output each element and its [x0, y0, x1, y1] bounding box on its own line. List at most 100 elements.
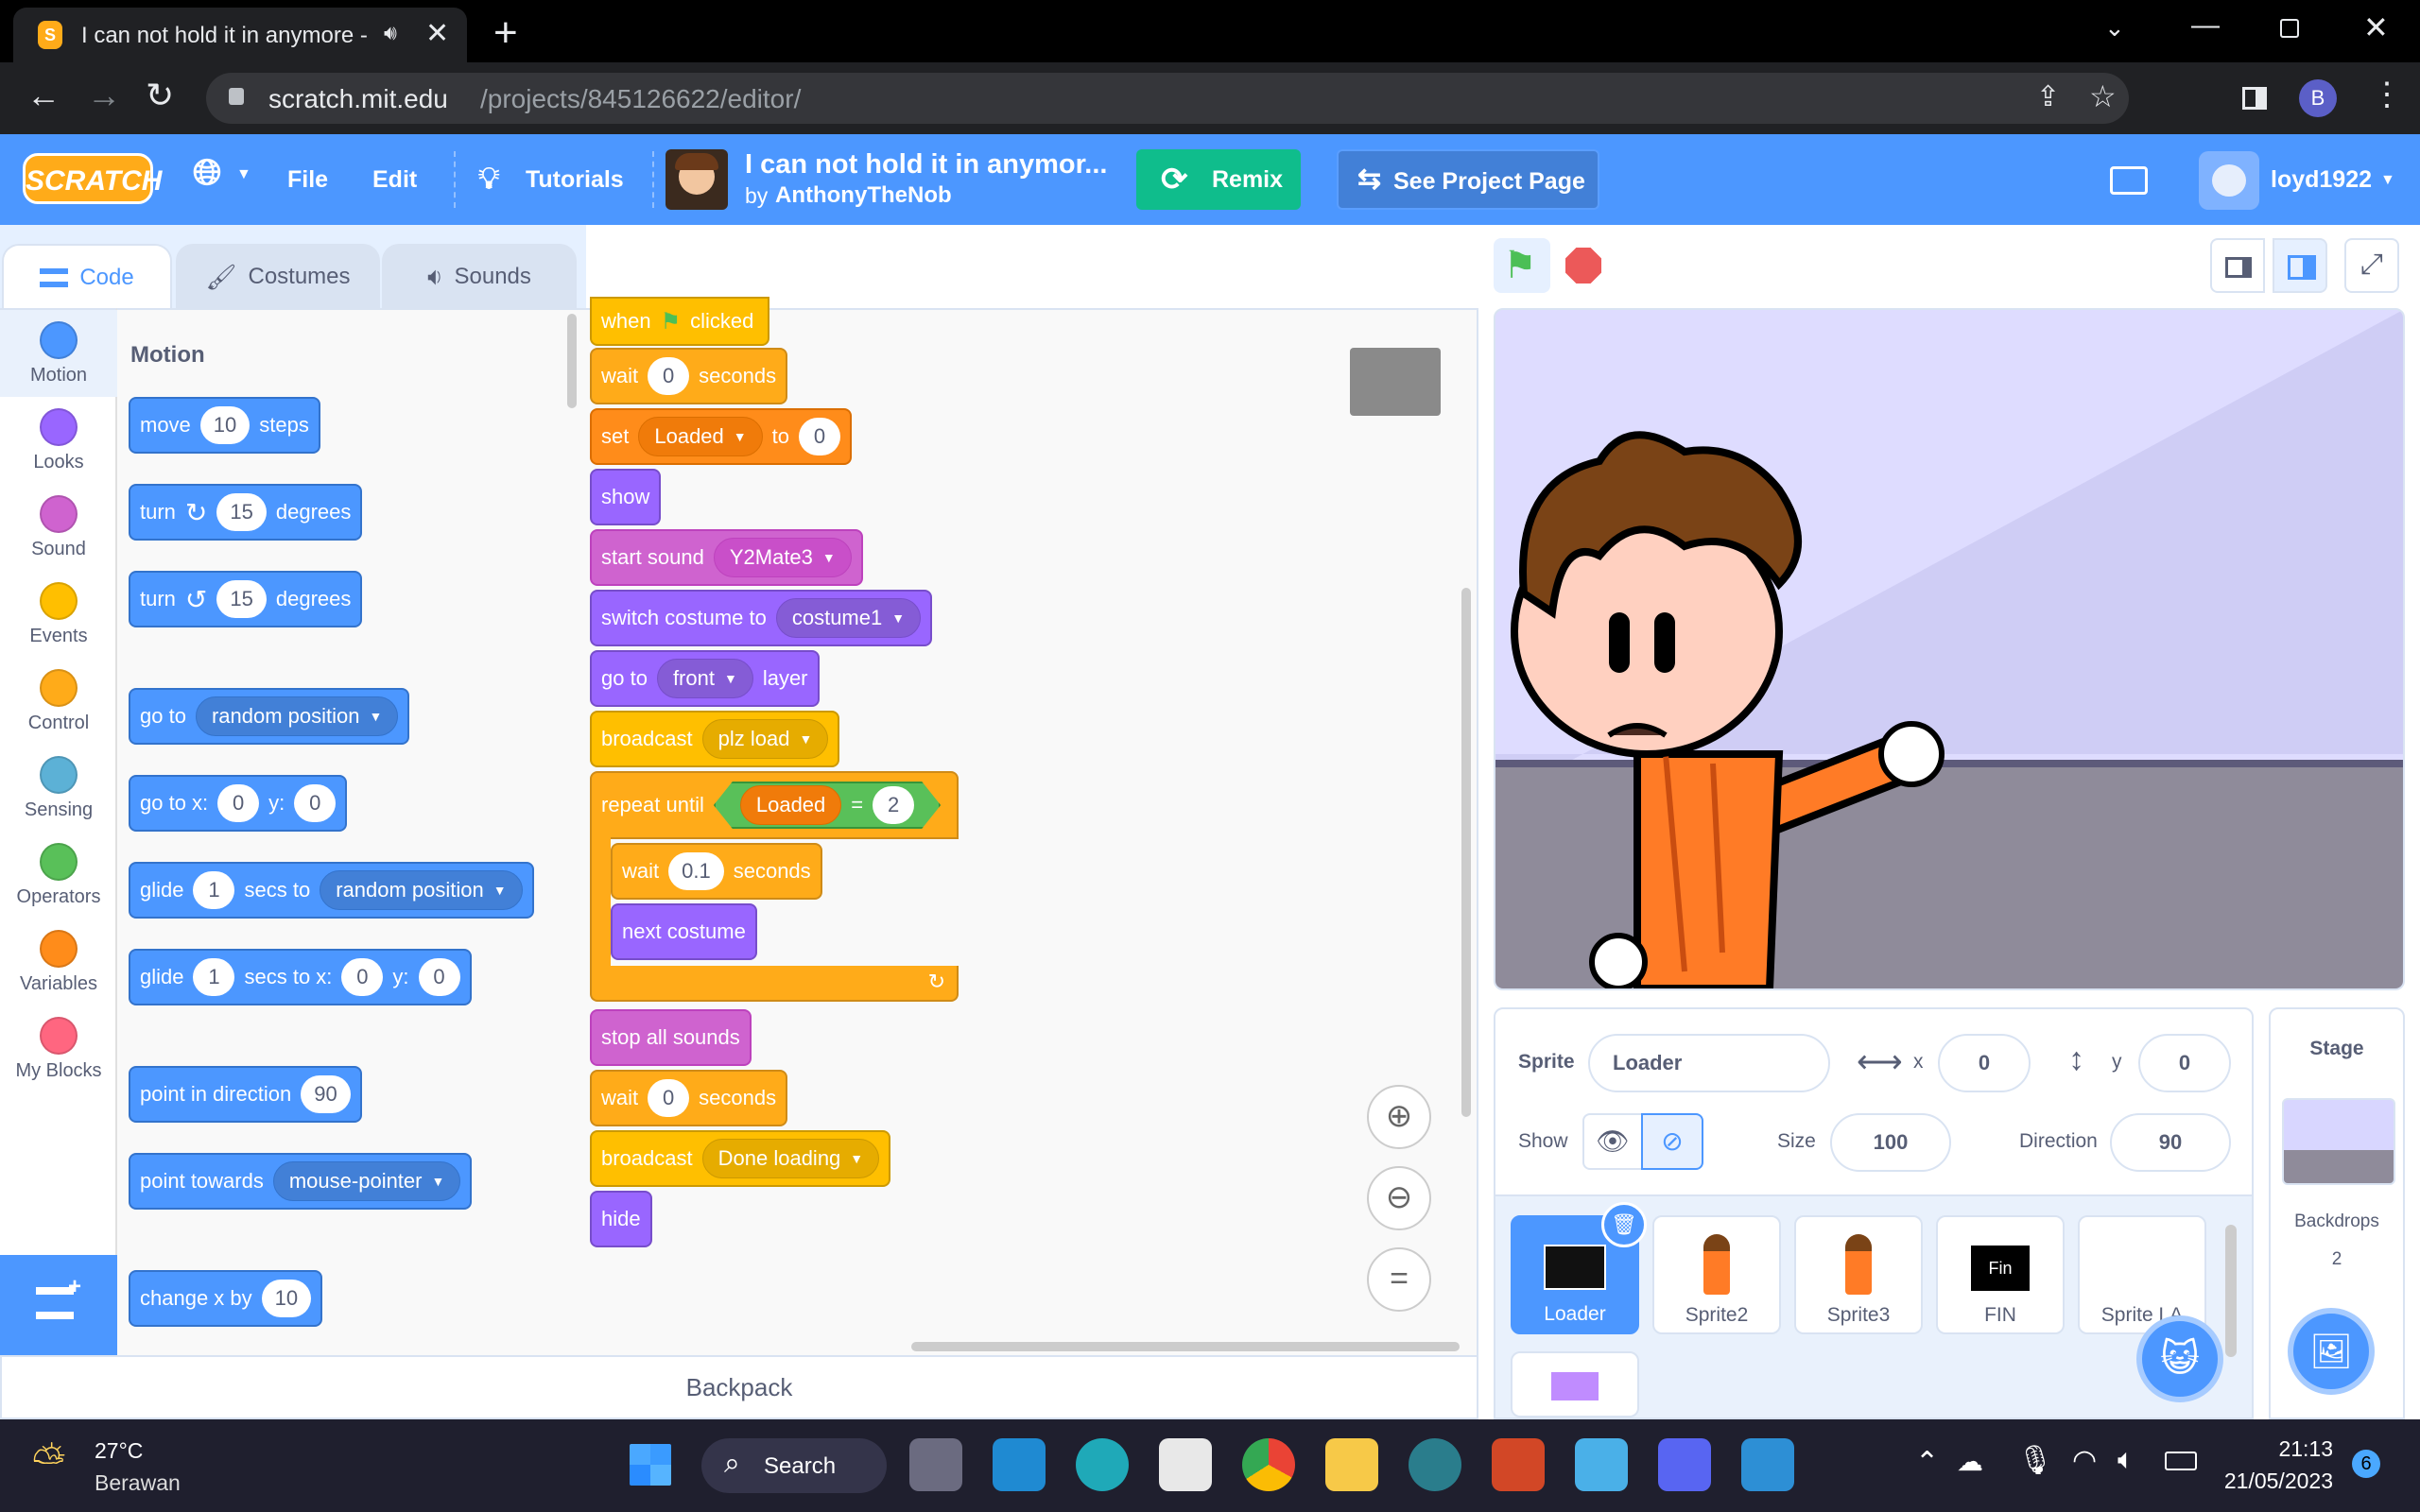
go-to-layer-block[interactable]: go to front ▼ layer [590, 650, 820, 707]
point-in-direction-block[interactable]: point in direction 90 [129, 1066, 362, 1123]
globe-icon[interactable]: 🌐︎ [193, 153, 221, 194]
towards-dropdown[interactable]: mouse-pointer ▼ [272, 1161, 461, 1201]
start-sound-block[interactable]: start sound Y2Mate3 ▼ [590, 529, 863, 586]
stop-all-sounds-block[interactable]: stop all sounds [590, 1009, 752, 1066]
large-stage-button[interactable] [2273, 238, 2327, 293]
wait-input[interactable]: 0 [648, 1079, 690, 1117]
ms-store-icon[interactable] [1159, 1438, 1212, 1491]
degrees-input[interactable]: 15 [216, 580, 267, 618]
degrees-input[interactable]: 15 [216, 493, 267, 531]
small-stage-button[interactable] [2210, 238, 2265, 293]
restore-icon[interactable] [2280, 19, 2299, 38]
tab-sounds[interactable]: 🔉︎ Sounds [382, 244, 577, 308]
share-icon[interactable]: ⇪ [2036, 80, 2060, 113]
my-stuff-folder-icon[interactable] [2110, 166, 2148, 195]
edge-dev-icon[interactable] [1409, 1438, 1461, 1491]
edge-icon[interactable] [1076, 1438, 1129, 1491]
sprite-tile[interactable]: Sprite3 [1794, 1215, 1923, 1334]
category-motion[interactable]: Motion [0, 310, 117, 397]
message-dropdown[interactable]: plz load ▼ [701, 719, 829, 759]
sprite-name-input[interactable]: Loader [1588, 1034, 1830, 1092]
set-variable-block[interactable]: set Loaded ▼ to 0 [590, 408, 852, 465]
delete-sprite-button[interactable]: 🗑︎ [1601, 1202, 1647, 1247]
fullscreen-button[interactable]: ⤢ [2344, 238, 2399, 293]
secs-input[interactable]: 1 [193, 958, 235, 996]
switch-costume-block[interactable]: switch costume to costume1 ▼ [590, 590, 933, 646]
discord-icon[interactable] [1658, 1438, 1711, 1491]
side-panel-icon[interactable] [2242, 87, 2267, 110]
category-variables[interactable]: Variables [0, 919, 117, 1005]
taskbar-search[interactable]: ⌕ Search [701, 1438, 887, 1493]
green-flag-button[interactable]: ⚑ [1494, 238, 1550, 293]
forward-arrow-icon[interactable]: → [87, 76, 121, 115]
zoom-in-button[interactable]: ⊕ [1367, 1085, 1431, 1149]
language-caret-icon[interactable]: ▼ [236, 166, 251, 183]
loaded-variable-reporter[interactable]: Loaded [740, 785, 841, 825]
y-input[interactable]: 0 [418, 958, 460, 996]
notification-badge[interactable]: 6 [2352, 1450, 2380, 1478]
layer-dropdown[interactable]: front ▼ [656, 659, 753, 698]
wait-block[interactable]: wait 0 seconds [590, 348, 788, 404]
turn-right-block[interactable]: turn ↻ 15 degrees [129, 484, 363, 541]
palette-scrollbar[interactable] [567, 314, 577, 408]
speaker-icon[interactable]: 🔊︎ [384, 21, 397, 45]
workspace-vertical-scrollbar[interactable] [1461, 588, 1471, 1117]
wifi-icon[interactable]: ◠ [2072, 1444, 2097, 1477]
username[interactable]: loyd1922 [2271, 166, 2372, 194]
account-caret-icon[interactable]: ▼ [2380, 172, 2395, 189]
category-my-blocks[interactable]: My Blocks [0, 1005, 117, 1092]
code-workspace[interactable]: when ⚑ clicked wait 0 seconds set Loaded ▼ to 0 … [590, 297, 1478, 1357]
equals-operator[interactable]: Loaded = 2 [714, 782, 941, 829]
y-input[interactable]: 0 [294, 784, 337, 822]
user-avatar[interactable] [2199, 151, 2259, 210]
x-input[interactable]: 0 [217, 784, 260, 822]
hide-visible-button[interactable]: ⊘ [1641, 1113, 1703, 1170]
back-arrow-icon[interactable]: ← [26, 76, 60, 115]
repeat-until-block[interactable]: repeat until Loaded = 2 ↻ wait 0.1 seconds… [590, 771, 959, 1005]
category-control[interactable]: Control [0, 658, 117, 745]
zoom-out-button[interactable]: ⊖ [1367, 1166, 1431, 1230]
zoom-reset-button[interactable]: = [1367, 1247, 1431, 1312]
compare-value-input[interactable]: 2 [873, 786, 914, 824]
wait-block[interactable]: wait 0.1 seconds [611, 843, 822, 900]
size-input[interactable]: 100 [1830, 1113, 1951, 1172]
category-operators[interactable]: Operators [0, 832, 117, 919]
task-view-icon[interactable] [909, 1438, 962, 1491]
turn-left-block[interactable]: turn ↺ 15 degrees [129, 571, 363, 627]
browser-tab[interactable]: S I can not hold it in anymore - 🔊︎ ✕ [13, 8, 467, 62]
show-block[interactable]: show [590, 469, 662, 525]
powerpoint-icon[interactable] [1492, 1438, 1545, 1491]
scratch-logo[interactable]: SCRATCH [23, 153, 162, 204]
volume-icon[interactable]: 🔈︎ [2118, 1444, 2135, 1476]
glide-target-dropdown[interactable]: random position ▼ [320, 870, 523, 910]
stage-canvas[interactable] [1494, 308, 2405, 990]
costume-dropdown[interactable]: costume1 ▼ [775, 598, 922, 638]
glide-to-block[interactable]: glide 1 secs to random position ▼ [129, 862, 534, 919]
x-input[interactable]: 0 [341, 958, 384, 996]
direction-input[interactable]: 90 [301, 1075, 351, 1113]
secs-input[interactable]: 1 [193, 871, 235, 909]
bookmark-star-icon[interactable]: ☆ [2089, 78, 2117, 114]
chevron-down-icon[interactable]: ⌄ [2104, 13, 2125, 43]
goto-target-dropdown[interactable]: random position ▼ [195, 696, 399, 736]
change-x-input[interactable]: 10 [261, 1280, 312, 1317]
reload-icon[interactable]: ↻ [146, 76, 174, 115]
tray-chevron-icon[interactable]: ⌃ [1915, 1446, 1939, 1479]
set-value-input[interactable]: 0 [799, 418, 840, 455]
category-sound[interactable]: Sound [0, 484, 117, 571]
weather-icon[interactable]: ⛅︎ [32, 1438, 65, 1486]
stop-button[interactable] [1565, 248, 1601, 284]
tutorials-button[interactable]: Tutorials [526, 166, 624, 194]
stage-target-panel[interactable]: Stage Backdrops 2 🖼︎ [2269, 1007, 2405, 1419]
when-flag-clicked-block[interactable]: when ⚑ clicked [590, 297, 769, 346]
onedrive-icon[interactable]: ☁︎ [1957, 1446, 1983, 1477]
direction-input[interactable]: 90 [2110, 1113, 2231, 1172]
edit-menu[interactable]: Edit [372, 166, 417, 194]
sprite-list-scrollbar[interactable] [2225, 1225, 2237, 1357]
variable-dropdown[interactable]: Loaded ▼ [638, 417, 763, 456]
sprite-tile[interactable] [1511, 1351, 1639, 1418]
choose-sprite-button[interactable]: 😺︎ [2136, 1315, 2223, 1402]
workspace-horizontal-scrollbar[interactable] [911, 1342, 1460, 1351]
microphone-icon[interactable]: 🎙︎ [2017, 1444, 2053, 1477]
go-to-block[interactable]: go to random position ▼ [129, 688, 410, 745]
